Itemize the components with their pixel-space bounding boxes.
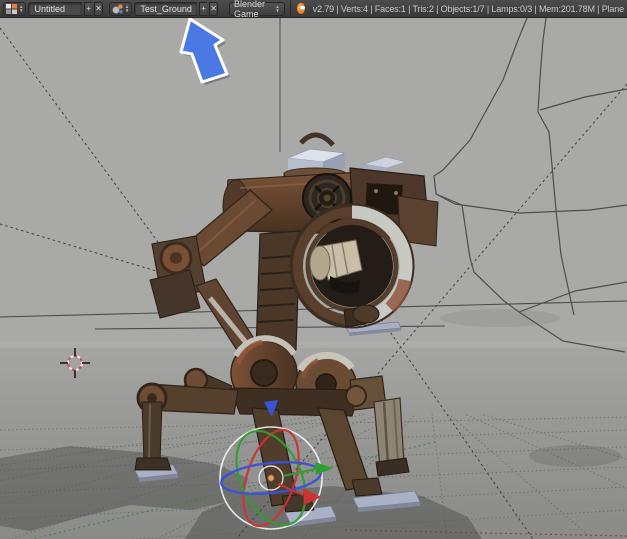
gizmo-pivot-dot xyxy=(267,474,275,482)
chevron-updown-icon: ▲ ▼ xyxy=(19,3,24,13)
scene-name-field[interactable]: Test_Ground xyxy=(134,1,197,16)
scene-add-button[interactable]: + xyxy=(198,1,208,16)
blender-window: ▲ ▼ Untitled + ✕ ▲ ▼ Test_Ground + ✕ Blend… xyxy=(0,0,627,539)
scene-stats-text: v2.79 | Verts:4 | Faces:1 | Tris:2 | Obj… xyxy=(312,3,624,14)
robot-elbow-joint xyxy=(149,235,207,319)
file-close-button[interactable]: ✕ xyxy=(94,1,103,16)
render-engine-dropdown[interactable]: Blender Game ▲ ▼ xyxy=(229,0,285,19)
chevron-updown-icon: ▲ ▼ xyxy=(275,3,280,13)
viewport-3d[interactable] xyxy=(0,18,627,539)
file-name-field[interactable]: Untitled xyxy=(28,1,82,16)
render-engine-label: Blender Game xyxy=(234,0,266,19)
editor-type-selector[interactable]: ▲ ▼ xyxy=(3,1,27,16)
scene-selector[interactable]: ▲ ▼ xyxy=(108,1,133,16)
viewport-canvas[interactable] xyxy=(0,18,627,539)
blender-logo-icon xyxy=(297,3,306,14)
file-add-button[interactable]: + xyxy=(83,1,93,16)
chevron-updown-icon: ▲ ▼ xyxy=(124,3,130,13)
editor-type-info-icon xyxy=(6,3,17,14)
info-header: ▲ ▼ Untitled + ✕ ▲ ▼ Test_Ground + ✕ Blend… xyxy=(0,0,627,19)
robot-ring xyxy=(289,203,415,329)
scene-icon xyxy=(112,3,123,14)
scene-close-button[interactable]: ✕ xyxy=(209,1,219,16)
header-divider xyxy=(289,0,291,18)
